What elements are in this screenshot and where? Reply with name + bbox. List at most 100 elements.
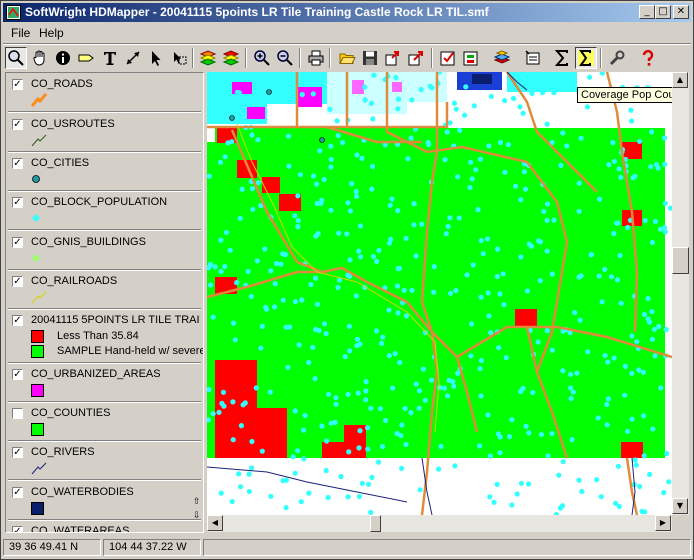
population-dot [370, 254, 377, 260]
population-dot [268, 268, 274, 274]
zoom-out-icon [277, 50, 293, 66]
population-dot [365, 425, 371, 431]
population-dot [663, 327, 669, 333]
scroll-right-icon[interactable]: ▶ [655, 515, 671, 531]
population-dot [485, 412, 491, 418]
population-dot [666, 479, 672, 485]
layer-checkbox-railroads[interactable]: ✓ [12, 276, 23, 287]
select-tool-button[interactable] [145, 47, 167, 69]
minimize-button[interactable]: _ [639, 5, 655, 19]
population-dot [617, 252, 623, 259]
population-dot [629, 118, 635, 124]
menu-help[interactable]: Help [39, 26, 64, 40]
horizontal-scroll-thumb[interactable] [370, 515, 381, 532]
layer-name: CO_COUNTIES [31, 407, 111, 419]
population-dot [569, 437, 575, 443]
save-tool-button[interactable] [359, 47, 381, 69]
maximize-button[interactable]: □ [655, 5, 671, 19]
zoom-in-tool-button[interactable] [251, 47, 273, 69]
population-dot [615, 463, 622, 469]
map-horizontal-scrollbar[interactable]: ◀ ▶ [207, 515, 672, 532]
move-layer-up-icon[interactable]: ⇧ [193, 497, 201, 507]
population-dot [551, 90, 557, 96]
zoom-in-icon [254, 50, 270, 66]
label-tool-button[interactable] [75, 47, 97, 69]
population-dot [314, 200, 320, 207]
population-dot [604, 401, 610, 407]
layer-checkbox-cities[interactable]: ✓ [12, 158, 23, 169]
population-dot [596, 196, 603, 202]
population-dot [403, 441, 409, 448]
layer-checkbox-waterareas[interactable]: ✓ [12, 526, 23, 532]
zoom-out-tool-button[interactable] [274, 47, 296, 69]
settings-tool-button[interactable] [606, 47, 628, 69]
population-dot [259, 448, 265, 454]
layer-checkbox-waterbodies[interactable]: ✓ [12, 487, 23, 498]
population-dot [443, 231, 449, 237]
population-dot [357, 223, 364, 229]
population-dot [500, 271, 506, 277]
layer-checkbox-gnis-buildings[interactable]: ✓ [12, 237, 23, 248]
open-tool-button[interactable] [336, 47, 358, 69]
layer-checkbox-roads[interactable]: ✓ [12, 79, 23, 90]
coverage-pop-count-button[interactable] [575, 47, 597, 69]
toolbar-separator [192, 48, 194, 68]
population-dot [387, 202, 393, 208]
scroll-up-icon[interactable]: ▲ [672, 72, 688, 88]
export-2-tool-button[interactable] [405, 47, 427, 69]
population-dot [218, 268, 224, 275]
print-tool-button[interactable] [305, 47, 327, 69]
stack-tool-button[interactable] [491, 47, 513, 69]
layer-checkbox-urbanized-areas[interactable]: ✓ [12, 369, 23, 380]
pointer-region-icon [174, 52, 187, 65]
layer-checkbox-coverage-tiles[interactable]: ✓ [12, 315, 23, 326]
population-dot [568, 385, 574, 391]
scroll-down-icon[interactable]: ▼ [672, 498, 688, 514]
measure-tool-button[interactable] [122, 47, 144, 69]
population-dot [652, 353, 658, 359]
sum-tool-button[interactable] [551, 47, 573, 69]
title-bar[interactable]: SoftWright HDMapper - 20041115 5points L… [3, 3, 691, 22]
layers-tool-button[interactable] [197, 47, 219, 69]
select-region-tool-button[interactable] [168, 47, 190, 69]
sigma-coverage-icon [578, 50, 594, 66]
population-dot [647, 471, 653, 477]
scroll-left-icon[interactable]: ◀ [207, 515, 223, 531]
menu-file[interactable]: File [11, 26, 30, 40]
checklist-icon [440, 51, 455, 66]
layer-legend-panel[interactable]: ✓ CO_ROADS ✓ CO_USROUTES ✓ CO_CITIES ✓ C… [5, 72, 204, 533]
edit-record-icon [463, 51, 478, 66]
population-dot [511, 95, 517, 102]
layer-checkbox-usroutes[interactable]: ✓ [12, 119, 23, 130]
population-dot [637, 138, 643, 144]
population-dot [556, 472, 562, 478]
check-tool-button[interactable] [437, 47, 459, 69]
population-dot [234, 280, 240, 286]
layer-checkbox-block-population[interactable]: ✓ [12, 197, 23, 208]
map-vertical-scrollbar[interactable]: ▲ ▼ [672, 72, 689, 515]
edit-tool-button[interactable] [460, 47, 482, 69]
population-dot [310, 91, 316, 97]
zoom-tool-button[interactable] [5, 47, 27, 69]
layer-checkbox-counties[interactable] [12, 408, 23, 419]
population-dot [545, 80, 551, 86]
properties-tool-button[interactable] [522, 47, 544, 69]
app-window: SoftWright HDMapper - 20041115 5points L… [0, 0, 694, 560]
info-tool-button[interactable] [52, 47, 74, 69]
export-tool-button[interactable] [382, 47, 404, 69]
vertical-scroll-thumb[interactable] [672, 247, 689, 274]
layer-checkbox-rivers[interactable]: ✓ [12, 447, 23, 458]
pan-tool-button[interactable] [29, 47, 51, 69]
layers-icon [199, 50, 217, 66]
map-canvas[interactable] [207, 72, 672, 515]
population-diamond-icon [32, 214, 40, 222]
population-dot [453, 287, 459, 294]
population-dot [232, 337, 238, 343]
help-tool-button[interactable] [637, 47, 659, 69]
population-dot [618, 174, 624, 180]
building-diamond-icon [32, 254, 40, 262]
population-dot [356, 493, 362, 500]
close-button[interactable]: ✕ [673, 5, 689, 19]
text-tool-button[interactable] [99, 47, 121, 69]
layers-2-tool-button[interactable] [220, 47, 242, 69]
